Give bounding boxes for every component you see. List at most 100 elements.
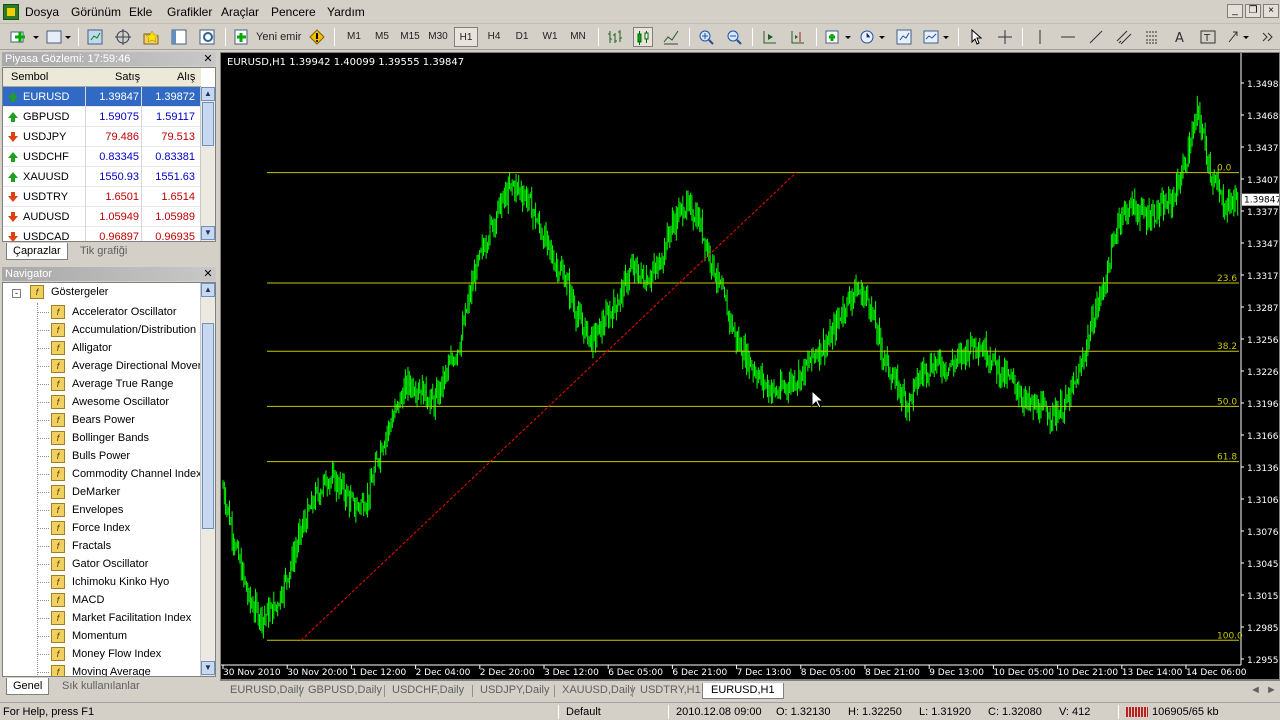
chart-tab[interactable]: GBPUSD,Daily [308, 683, 382, 699]
scroll-up-icon[interactable]: ▲ [201, 87, 215, 101]
chart-tab[interactable]: XAUUSD,Daily [562, 683, 635, 699]
time-label: 8 Dec 21:00 [865, 668, 920, 678]
crosshair-icon[interactable] [995, 27, 1015, 47]
cursor-icon[interactable] [966, 27, 986, 47]
col-bid[interactable]: Satış [115, 71, 140, 83]
text-label-icon[interactable]: T [1198, 27, 1218, 47]
scroll-down-icon[interactable]: ▼ [201, 226, 215, 240]
profiles-icon[interactable] [44, 27, 72, 47]
table-row[interactable]: AUDUSD 1.05949 1.05989 [3, 207, 201, 227]
template-menu-icon[interactable] [922, 27, 952, 47]
timeframe-m5-button[interactable]: M5 [370, 27, 394, 47]
timeframe-w1-button[interactable]: W1 [538, 27, 562, 47]
strategy-tester-icon[interactable] [197, 27, 217, 47]
chart-tab[interactable]: USDTRY,H1 [640, 683, 701, 699]
chart-tab[interactable]: USDJPY,Daily [480, 683, 550, 699]
navigator-folder-label[interactable]: Göstergeler [51, 286, 108, 298]
tab-scroll-left-icon[interactable]: ◄ [1250, 683, 1261, 699]
periods-icon[interactable] [858, 27, 888, 47]
expert-advisors-icon[interactable] [307, 27, 327, 47]
bar-chart-icon[interactable] [605, 27, 625, 47]
chart-tab[interactable]: EURUSD,H1 [702, 683, 784, 699]
timeframe-m30-button[interactable]: M30 [426, 27, 450, 47]
table-row[interactable]: USDJPY 79.486 79.513 [3, 127, 201, 147]
market-watch-icon[interactable] [85, 27, 105, 47]
vertical-line-icon[interactable] [1030, 27, 1050, 47]
navigator-scrollbar[interactable]: ▲ ▼ [200, 283, 215, 676]
scroll-thumb[interactable] [202, 323, 214, 529]
table-row[interactable]: USDTRY 1.6501 1.6514 [3, 187, 201, 207]
line-chart-icon[interactable] [661, 27, 681, 47]
market-watch-scrollbar[interactable]: ▲ ▼ [200, 87, 215, 241]
zoom-out-icon[interactable] [724, 27, 744, 47]
menu-window[interactable]: Pencere [271, 5, 316, 19]
col-ask[interactable]: Alış [177, 71, 195, 83]
chart-tab[interactable]: EURUSD,Daily [230, 683, 304, 699]
timeframe-mn-button[interactable]: MN [566, 27, 590, 47]
time-label: 2 Dec 04:00 [416, 668, 471, 678]
timeframe-m1-button[interactable]: M1 [342, 27, 366, 47]
templates-icon[interactable] [894, 27, 914, 47]
app-icon[interactable] [3, 4, 19, 20]
scroll-down-icon[interactable]: ▼ [201, 661, 215, 675]
indicator-label: Alligator [72, 342, 112, 354]
tab-scroll-right-icon[interactable]: ► [1266, 683, 1277, 699]
indicators-icon[interactable] [824, 27, 854, 47]
chart-canvas[interactable]: 1.34980 1.34680 1.34375 1.34070 1.33775 1.334… [221, 53, 1279, 679]
price-chart[interactable]: 1.34980 1.34680 1.34375 1.34070 1.33775 1.334… [220, 52, 1280, 680]
minimize-icon[interactable]: _ [1227, 4, 1243, 18]
equidistant-channel-icon[interactable] [1114, 27, 1134, 47]
horizontal-line-icon[interactable] [1058, 27, 1078, 47]
table-row[interactable]: USDCHF 0.83345 0.83381 [3, 147, 201, 167]
status-profile[interactable]: Default [566, 706, 601, 718]
price-label: 1.29550 [1247, 656, 1279, 666]
tab-tick-chart[interactable]: Tik grafiği [74, 243, 133, 260]
bid-cell: 1.05949 [99, 211, 139, 223]
navigator-icon[interactable] [141, 27, 161, 47]
timeframe-d1-button[interactable]: D1 [510, 27, 534, 47]
close-icon[interactable]: ✕ [203, 267, 213, 281]
autoscroll-icon[interactable] [760, 27, 780, 47]
trendline-icon[interactable] [1086, 27, 1106, 47]
table-row[interactable]: EURUSD 1.39847 1.39872 [3, 87, 201, 107]
tab-crosses[interactable]: Çaprazlar [6, 243, 68, 260]
close-icon[interactable]: ✕ [203, 52, 213, 66]
indicator-label: Money Flow Index [72, 648, 162, 660]
menu-view[interactable]: Görünüm [71, 5, 121, 19]
new-order-button[interactable]: Yeni emir [232, 27, 302, 47]
table-row[interactable]: XAUUSD 1550.93 1551.63 [3, 167, 201, 187]
fibonacci-icon[interactable] [1142, 27, 1162, 47]
restore-icon[interactable]: ❐ [1245, 4, 1261, 18]
data-window-icon[interactable] [113, 27, 133, 47]
menu-charts[interactable]: Grafikler [167, 5, 212, 19]
chart-shift-icon[interactable] [788, 27, 808, 47]
scroll-thumb[interactable] [202, 102, 214, 146]
zoom-in-icon[interactable] [696, 27, 716, 47]
toolbar-more-icon[interactable] [1258, 27, 1278, 47]
timeframe-h4-button[interactable]: H4 [482, 27, 506, 47]
menu-help[interactable]: Yardım [327, 5, 365, 19]
menu-file[interactable]: Dosya [25, 5, 59, 19]
terminal-icon[interactable] [169, 27, 189, 47]
table-row[interactable]: USDCAD 0.96897 0.96935 [3, 227, 201, 241]
arrows-menu-icon[interactable] [1226, 27, 1252, 47]
menu-tools[interactable]: Araçlar [221, 5, 259, 19]
indicator-icon: f [51, 539, 65, 553]
scroll-up-icon[interactable]: ▲ [201, 283, 215, 297]
text-icon[interactable]: A [1170, 27, 1190, 47]
chart-tab[interactable]: USDCHF,Daily [392, 683, 464, 699]
close-icon[interactable]: × [1263, 4, 1279, 18]
timeframe-h1-button[interactable]: H1 [454, 27, 478, 47]
tab-favorites[interactable]: Sık kullanılanlar [56, 678, 146, 695]
new-chart-icon[interactable] [8, 27, 40, 47]
indicator-label: MACD [72, 594, 105, 606]
indicator-icon: f [51, 629, 65, 643]
table-row[interactable]: GBPUSD 1.59075 1.59117 [3, 107, 201, 127]
menu-insert[interactable]: Ekle [129, 5, 152, 19]
col-symbol[interactable]: Sembol [11, 71, 48, 83]
tab-general[interactable]: Genel [6, 678, 50, 695]
tree-collapse-icon[interactable]: - [12, 289, 21, 298]
candlestick-icon[interactable] [633, 27, 653, 47]
indicator-icon: f [51, 503, 65, 517]
timeframe-m15-button[interactable]: M15 [398, 27, 422, 47]
